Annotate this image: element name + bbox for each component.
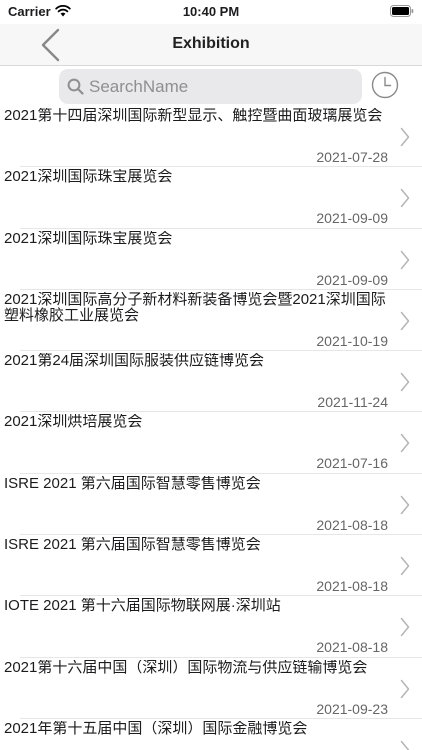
list-item[interactable]: ISRE 2021 第六届国际智慧零售博览会 2021-08-18 [0,474,422,536]
chevron-right-icon [400,372,410,392]
list-item[interactable]: 2021第十四届深圳国际新型显示、触控暨曲面玻璃展览会 2021-07-28 [0,106,422,168]
exhibition-date: 2021-09-09 [316,271,388,288]
exhibition-title: 2021深圳烘培展览会 [4,414,143,431]
exhibition-date: 2021-08-18 [316,578,388,595]
list-item[interactable]: IOTE 2021 第十六届国际物联网展·深圳站 2021-08-18 [0,596,422,658]
exhibition-date: 2021-08-18 [316,516,388,533]
history-clock-icon[interactable] [370,70,400,100]
exhibition-title: 2021第24届深圳国际服装供应链博览会 [4,353,265,370]
search-icon [67,78,84,95]
chevron-right-icon [400,556,410,576]
chevron-right-icon [400,740,410,750]
search-bar [0,66,422,108]
status-bar: Carrier 10:40 PM [0,0,422,24]
exhibition-title: 2021第十四届深圳国际新型显示、触控暨曲面玻璃展览会 [4,108,383,124]
exhibition-title: 2021深圳国际珠宝展览会 [4,169,173,186]
list-item[interactable]: 2021年第十五届中国（深圳）国际金融博览会 [0,719,422,750]
list-item[interactable]: 2021深圳国际高分子新材料新装备博览会暨2021深圳国际塑料橡胶工业展览会 20… [0,290,422,352]
exhibition-title: 2021深圳国际珠宝展览会 [4,230,173,247]
exhibition-title: 2021深圳国际高分子新材料新装备博览会暨2021深圳国际塑料橡胶工业展览会 [4,291,386,324]
chevron-right-icon [400,434,410,453]
exhibition-title: ISRE 2021 第六届国际智慧零售博览会 [4,537,261,554]
status-time: 10:40 PM [182,4,240,19]
list-item[interactable]: 2021第十六届中国（深圳）国际物流与供应链输博览会 2021-09-23 [0,658,422,720]
list-item[interactable]: ISRE 2021 第六届国际智慧零售博览会 2021-08-18 [0,535,422,597]
page-title: Exhibition [172,35,250,52]
exhibition-title: 2021年第十五届中国（深圳）国际金融博览会 [4,720,308,737]
chevron-right-icon [400,495,410,515]
battery-icon [390,5,414,17]
search-box[interactable] [59,69,362,104]
navigation-bar: Exhibition [0,24,422,66]
chevron-right-icon [400,679,410,698]
chevron-right-icon [400,250,410,269]
exhibition-title: IOTE 2021 第十六届国际物联网展·深圳站 [4,598,281,615]
exhibition-date: 2021-08-18 [316,639,388,656]
chevron-right-icon [400,618,410,637]
exhibition-date: 2021-11-24 [317,394,388,411]
exhibition-title: ISRE 2021 第六届国际智慧零售博览会 [4,475,261,492]
exhibition-date: 2021-09-23 [316,700,388,717]
exhibition-date: 2021-10-19 [316,332,388,349]
exhibition-title: 2021第十六届中国（深圳）国际物流与供应链输博览会 [4,659,368,676]
exhibition-date: 2021-09-09 [316,210,388,227]
chevron-right-icon [400,311,410,331]
search-input[interactable] [89,69,354,104]
exhibition-date: 2021-07-16 [316,455,388,472]
chevron-right-icon [400,189,410,208]
list-item[interactable]: 2021深圳国际珠宝展览会 2021-09-09 [0,167,422,229]
exhibition-date: 2021-07-28 [316,149,388,165]
exhibition-list: 2021第十四届深圳国际新型显示、触控暨曲面玻璃展览会 2021-07-28 202… [0,106,422,750]
list-item[interactable]: 2021深圳烘培展览会 2021-07-16 [0,412,422,475]
chevron-right-icon [400,127,410,147]
list-item[interactable]: 2021深圳国际珠宝展览会 2021-09-09 [0,229,422,291]
list-item[interactable]: 2021第24届深圳国际服装供应链博览会 2021-11-24 [0,351,422,413]
